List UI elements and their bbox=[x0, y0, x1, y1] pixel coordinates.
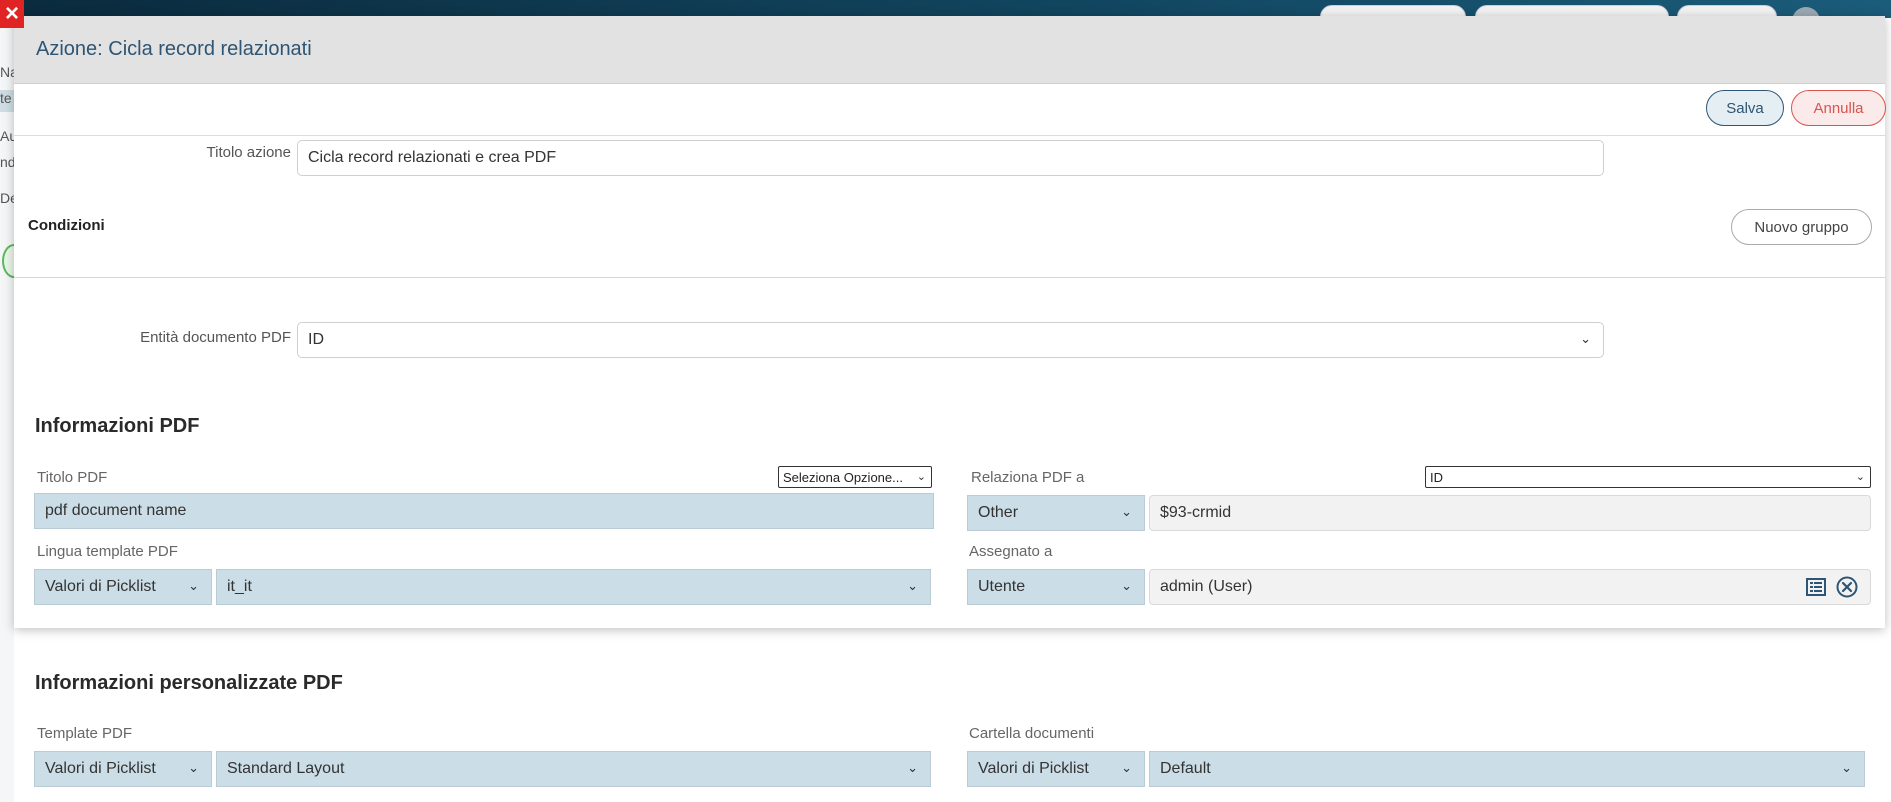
documents-folder-type-value: Valori di Picklist bbox=[978, 760, 1089, 777]
relate-pdf-option-select[interactable]: ID ⌄ bbox=[1425, 466, 1871, 488]
pdf-entity-value: ID bbox=[308, 331, 324, 348]
pdf-language-select[interactable]: it_it ⌄ bbox=[216, 569, 931, 605]
save-button[interactable]: Salva bbox=[1706, 90, 1784, 126]
pdf-template-type-value: Valori di Picklist bbox=[45, 760, 156, 777]
chevron-down-icon: ⌄ bbox=[188, 578, 199, 594]
action-title-label: Titolo azione bbox=[206, 144, 292, 161]
relate-pdf-input[interactable]: $93-crmid bbox=[1149, 495, 1871, 531]
background-fragment: te bbox=[0, 90, 14, 112]
pdf-template-value: Standard Layout bbox=[227, 760, 345, 777]
documents-folder-type-select[interactable]: Valori di Picklist ⌄ bbox=[967, 751, 1145, 787]
relate-pdf-option-value: ID bbox=[1430, 469, 1443, 485]
chevron-down-icon: ⌄ bbox=[1580, 331, 1591, 347]
pdf-info-heading: Informazioni PDF bbox=[35, 415, 200, 437]
modal-header: Azione: Cicla record relazionati bbox=[14, 16, 1885, 84]
relate-pdf-type-select[interactable]: Other ⌄ bbox=[967, 495, 1145, 531]
pdf-template-type-select[interactable]: Valori di Picklist ⌄ bbox=[34, 751, 212, 787]
pdf-language-label: Lingua template PDF bbox=[37, 543, 178, 560]
pdf-template-select[interactable]: Standard Layout ⌄ bbox=[216, 751, 931, 787]
assigned-to-value: admin (User) bbox=[1160, 578, 1253, 595]
relate-pdf-type-value: Other bbox=[978, 504, 1019, 521]
documents-folder-label: Cartella documenti bbox=[969, 725, 1095, 742]
pdf-template-label: Template PDF bbox=[37, 725, 133, 742]
chevron-down-icon: ⌄ bbox=[916, 470, 926, 483]
chevron-down-icon: ⌄ bbox=[907, 578, 918, 594]
pdf-title-label: Titolo PDF bbox=[37, 469, 108, 486]
chevron-down-icon: ⌄ bbox=[907, 760, 918, 776]
new-group-button[interactable]: Nuovo gruppo bbox=[1731, 209, 1872, 245]
clear-circle-icon[interactable] bbox=[1836, 576, 1858, 598]
action-modal: Azione: Cicla record relazionati Salva A… bbox=[14, 16, 1886, 628]
conditions-label: Condizioni bbox=[28, 217, 105, 234]
chevron-down-icon: ⌄ bbox=[1121, 504, 1132, 520]
assigned-type-select[interactable]: Utente ⌄ bbox=[967, 569, 1145, 605]
pdf-entity-label: Entità documento PDF bbox=[140, 329, 291, 346]
relate-pdf-label: Relaziona PDF a bbox=[971, 469, 1085, 486]
pdf-language-type-select[interactable]: Valori di Picklist ⌄ bbox=[34, 569, 212, 605]
chevron-down-icon: ⌄ bbox=[1121, 760, 1132, 776]
pdf-title-option-select[interactable]: Seleziona Opzione... ⌄ bbox=[778, 466, 932, 488]
assigned-to-label: Assegnato a bbox=[969, 543, 1053, 560]
modal-title: Azione: Cicla record relazionati bbox=[36, 38, 312, 60]
documents-folder-select[interactable]: Default ⌄ bbox=[1149, 751, 1865, 787]
pdf-language-value: it_it bbox=[227, 578, 252, 595]
background-fragment: Au bbox=[0, 128, 14, 144]
modal-actions: Salva Annulla bbox=[14, 84, 1886, 136]
action-title-input[interactable]: Cicla record relazionati e crea PDF bbox=[297, 140, 1604, 176]
chevron-down-icon: ⌄ bbox=[188, 760, 199, 776]
background-fragment: Na bbox=[0, 64, 14, 80]
assigned-type-value: Utente bbox=[978, 578, 1026, 595]
chevron-down-icon: ⌄ bbox=[1121, 578, 1132, 594]
background-fragment: De bbox=[0, 190, 14, 206]
cancel-button[interactable]: Annulla bbox=[1791, 90, 1886, 126]
pdf-language-type-value: Valori di Picklist bbox=[45, 578, 156, 595]
chevron-down-icon: ⌄ bbox=[1855, 470, 1865, 483]
pdf-title-option-value: Seleziona Opzione... bbox=[783, 469, 903, 485]
close-icon[interactable]: × bbox=[0, 0, 24, 28]
documents-folder-value: Default bbox=[1160, 760, 1211, 777]
pdf-title-input[interactable]: pdf document name bbox=[34, 493, 934, 529]
pdf-entity-select[interactable]: ID ⌄ bbox=[297, 322, 1604, 358]
list-icon[interactable] bbox=[1806, 578, 1826, 596]
chevron-down-icon: ⌄ bbox=[1841, 760, 1852, 776]
divider bbox=[14, 277, 1885, 278]
assigned-to-input[interactable]: admin (User) bbox=[1149, 569, 1871, 605]
background-fragment: nd bbox=[0, 154, 14, 170]
custom-info-heading: Informazioni personalizzate PDF bbox=[35, 672, 343, 694]
